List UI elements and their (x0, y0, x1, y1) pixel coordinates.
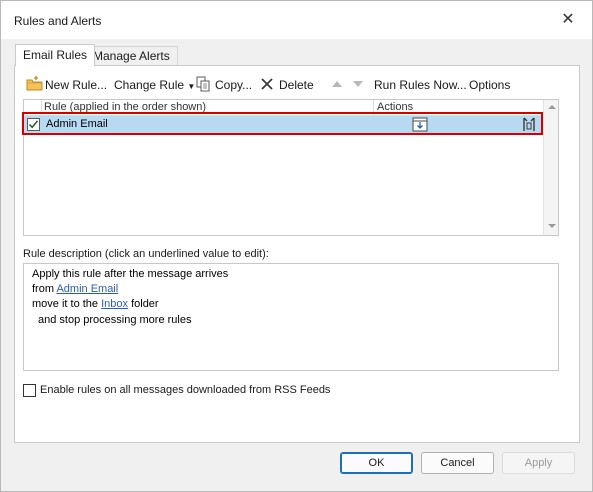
header-divider (373, 100, 374, 115)
description-line-4: and stop processing more rules (38, 314, 192, 326)
close-button[interactable]: ✕ (554, 6, 582, 34)
options-button[interactable]: Options (469, 76, 510, 94)
rule-row-admin-email[interactable]: Admin Email (24, 116, 543, 134)
rss-rules-checkbox[interactable] (23, 384, 36, 397)
description-text: from (32, 283, 57, 295)
list-header: Rule (applied in the order shown) Action… (24, 100, 543, 116)
rule-description-label: Rule description (click an underlined va… (23, 248, 269, 260)
dialog-title: Rules and Alerts (14, 14, 102, 28)
tab-email-rules[interactable]: Email Rules (15, 44, 96, 66)
copy-button[interactable]: Copy... (215, 76, 252, 94)
delete-x-icon[interactable] (259, 76, 275, 92)
description-line-2: from Admin Email (32, 283, 118, 295)
description-line-3: move it to the Inbox folder (32, 298, 159, 310)
sender-link[interactable]: Admin Email (56, 283, 118, 295)
column-header-rule[interactable]: Rule (applied in the order shown) (44, 101, 206, 113)
description-text: move it to the (32, 298, 102, 310)
change-rule-menu[interactable]: Change Rule ▼ (114, 76, 195, 94)
tab-manage-alerts[interactable]: Manage Alerts (85, 46, 178, 65)
rule-enabled-checkbox[interactable] (27, 118, 40, 131)
run-rules-now-button[interactable]: Run Rules Now... (374, 76, 467, 94)
column-header-actions[interactable]: Actions (377, 101, 413, 113)
rules-list[interactable]: Rule (applied in the order shown) Action… (23, 99, 559, 236)
chevron-down-icon: ▼ (187, 82, 196, 91)
description-line-1: Apply this rule after the message arrive… (32, 268, 229, 280)
rules-list-scrollbar[interactable] (543, 100, 558, 235)
delete-button[interactable]: Delete (279, 76, 314, 94)
folder-link[interactable]: Inbox (101, 298, 128, 310)
move-to-folder-icon (412, 117, 428, 132)
description-text: folder (128, 298, 159, 310)
ok-button[interactable]: OK (340, 452, 413, 474)
title-bar: Rules and Alerts ✕ (1, 1, 592, 39)
header-divider (41, 100, 42, 115)
cancel-button[interactable]: Cancel (421, 452, 494, 474)
rule-name: Admin Email (46, 118, 108, 130)
checkmark-icon (28, 120, 39, 129)
scroll-up-arrow-icon[interactable] (547, 102, 557, 112)
move-up-arrow-icon[interactable] (331, 76, 343, 92)
new-rule-button[interactable]: New Rule... (45, 76, 107, 94)
new-rule-icon[interactable] (26, 76, 43, 91)
move-down-arrow-icon[interactable] (352, 76, 364, 92)
stop-processing-icon (523, 117, 535, 131)
rules-and-alerts-dialog: Rules and Alerts ✕ Email Rules Manage Al… (0, 0, 593, 492)
apply-button[interactable]: Apply (502, 452, 575, 474)
scroll-down-arrow-icon[interactable] (547, 221, 557, 231)
rss-rules-label[interactable]: Enable rules on all messages downloaded … (40, 384, 330, 396)
change-rule-label: Change Rule (114, 78, 185, 92)
copy-icon[interactable] (196, 76, 211, 92)
rule-description-box: Apply this rule after the message arrive… (23, 263, 559, 371)
